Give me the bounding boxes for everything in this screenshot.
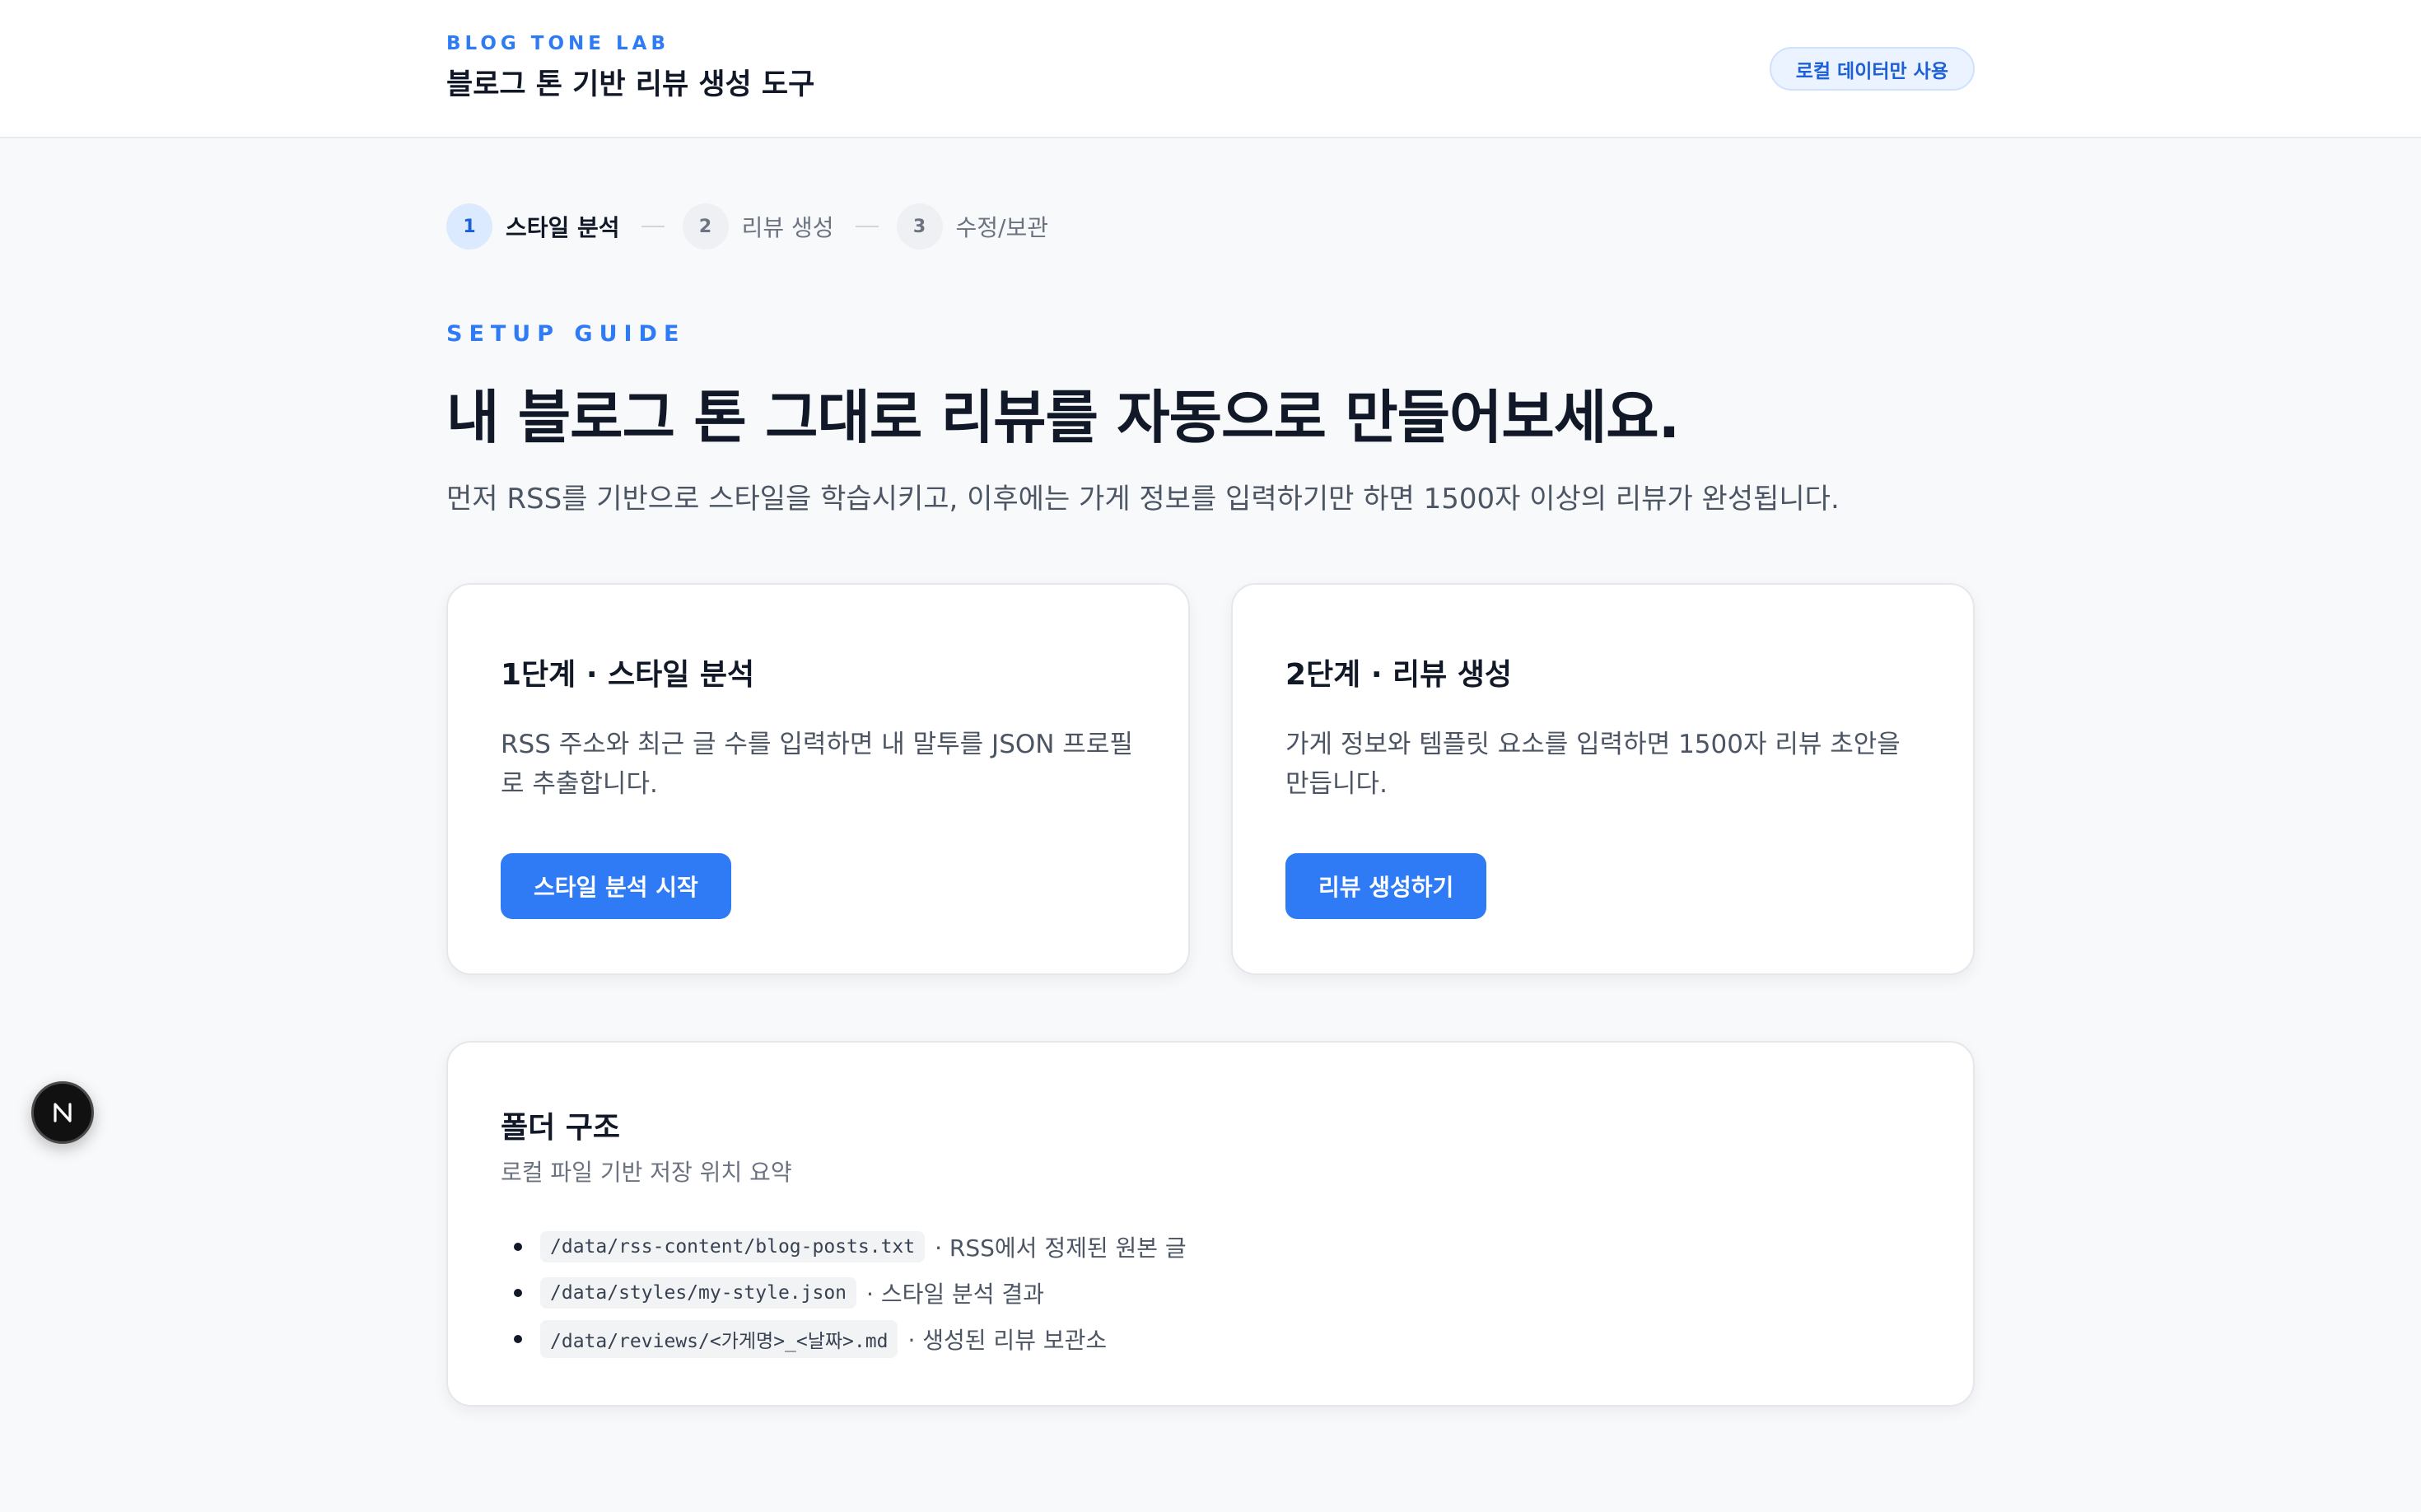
progress-stepper: 1 스타일 분석 2 리뷰 생성 3 수정/보관: [446, 203, 1048, 250]
bullet-icon: [514, 1243, 522, 1251]
folder-description: · 생성된 리뷰 보관소: [907, 1327, 1108, 1354]
nextjs-logo-icon: [54, 1103, 72, 1122]
review-generation-card: 2단계 · 리뷰 생성 가게 정보와 템플릿 요소를 입력하면 1500자 리뷰…: [1231, 583, 1975, 975]
local-data-badge: 로컬 데이터만 사용: [1769, 47, 1975, 91]
card-title: 1단계 · 스타일 분석: [501, 658, 755, 692]
step-label: 리뷰 생성: [741, 214, 834, 241]
brand-eyebrow: BLOG TONE LAB: [446, 33, 670, 54]
card-title: 2단계 · 리뷰 생성: [1285, 658, 1513, 692]
step-label: 스타일 분석: [506, 214, 620, 241]
folder-path: /data/rss-content/blog-posts.txt: [540, 1231, 926, 1262]
step-style-analysis[interactable]: 1 스타일 분석: [446, 203, 620, 250]
folder-description: · 스타일 분석 결과: [866, 1281, 1044, 1308]
step-number: 1: [446, 203, 492, 250]
list-item: /data/rss-content/blog-posts.txt · RSS에서…: [501, 1224, 1187, 1270]
list-item: /data/reviews/<가게명>_<날짜>.md · 생성된 리뷰 보관소: [501, 1316, 1187, 1362]
header-inner: BLOG TONE LAB 블로그 톤 기반 리뷰 생성 도구 로컬 데이터만 …: [446, 0, 1975, 138]
generate-review-button[interactable]: 리뷰 생성하기: [1285, 853, 1487, 919]
step-number: 2: [682, 203, 729, 250]
card-subtitle: 로컬 파일 기반 저장 위치 요약: [501, 1159, 792, 1186]
card-description: 가게 정보와 템플릿 요소를 입력하면 1500자 리뷰 초안을 만듭니다.: [1285, 730, 1901, 799]
page-subtitle: 먼저 RSS를 기반으로 스타일을 학습시키고, 이후에는 가게 정보를 입력하…: [446, 483, 1840, 516]
step-separator: [641, 226, 665, 227]
card-title: 폴더 구조: [501, 1111, 621, 1145]
folder-description: · RSS에서 정제된 원본 글: [935, 1234, 1187, 1262]
step-number: 3: [896, 203, 943, 250]
bullet-icon: [514, 1289, 522, 1297]
step-separator: [855, 226, 879, 227]
style-analysis-card: 1단계 · 스타일 분석 RSS 주소와 최근 글 수를 입력하면 내 말투를 …: [446, 583, 1190, 975]
folder-list: /data/rss-content/blog-posts.txt · RSS에서…: [501, 1224, 1187, 1362]
bullet-icon: [514, 1335, 522, 1343]
app-title: 블로그 톤 기반 리뷰 생성 도구: [446, 68, 815, 101]
start-style-analysis-button[interactable]: 스타일 분석 시작: [501, 853, 731, 919]
page-headline: 내 블로그 톤 그대로 리뷰를 자동으로 만들어보세요.: [446, 384, 1680, 451]
card-description: RSS 주소와 최근 글 수를 입력하면 내 말투를 JSON 프로필로 추출합…: [501, 730, 1133, 799]
nextjs-dev-indicator[interactable]: [31, 1081, 94, 1144]
step-review-generation[interactable]: 2 리뷰 생성: [682, 203, 834, 250]
app-header: BLOG TONE LAB 블로그 톤 기반 리뷰 생성 도구 로컬 데이터만 …: [0, 0, 2421, 138]
step-edit-archive[interactable]: 3 수정/보관: [896, 203, 1048, 250]
folder-path: /data/styles/my-style.json: [540, 1277, 857, 1309]
section-eyebrow: SETUP GUIDE: [446, 321, 686, 347]
step-label: 수정/보관: [955, 214, 1048, 241]
list-item: /data/styles/my-style.json · 스타일 분석 결과: [501, 1270, 1187, 1316]
folder-structure-card: 폴더 구조 로컬 파일 기반 저장 위치 요약 /data/rss-conten…: [446, 1041, 1975, 1407]
folder-path: /data/reviews/<가게명>_<날짜>.md: [540, 1320, 898, 1358]
